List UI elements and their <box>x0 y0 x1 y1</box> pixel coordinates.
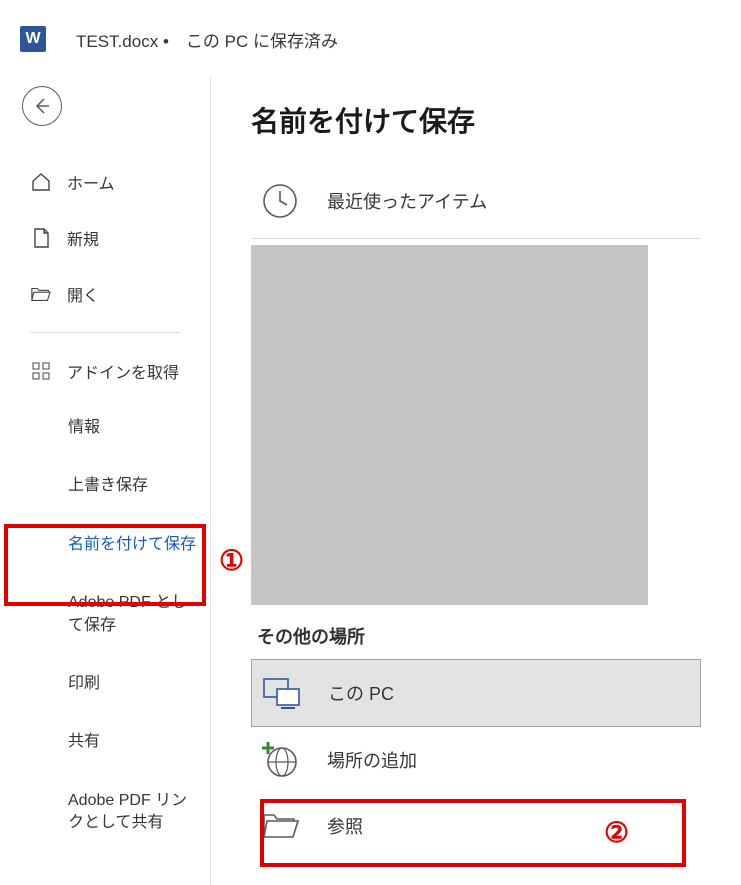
recent-items[interactable]: 最近使ったアイテム <box>251 168 701 234</box>
home-icon <box>30 171 52 193</box>
nav-addins[interactable]: アドインを取得 <box>0 343 210 399</box>
nav-print[interactable]: 印刷 <box>0 655 210 713</box>
nav-divider <box>30 332 180 333</box>
clock-icon <box>259 180 301 222</box>
word-logo-icon: W <box>20 26 46 52</box>
browse-label: 参照 <box>327 813 363 839</box>
folder-open-icon <box>30 283 52 305</box>
nav-new-label: 新規 <box>67 226 99 250</box>
nav-save[interactable]: 上書き保存 <box>0 457 210 515</box>
filename: TEST.docx <box>76 32 158 51</box>
addins-grid-icon <box>30 360 52 382</box>
save-status: • この PC に保存済み <box>163 32 338 51</box>
back-button[interactable] <box>22 86 62 126</box>
add-place-label: 場所の追加 <box>327 747 417 773</box>
recent-divider <box>251 238 701 239</box>
browse-folder-icon <box>259 805 301 847</box>
nav-print-label: 印刷 <box>68 675 100 692</box>
nav-adobe-pdf-link[interactable]: Adobe PDF リンクとして共有 <box>0 772 210 853</box>
location-browse[interactable]: 参照 <box>251 793 701 859</box>
nav-open[interactable]: 開く <box>0 266 210 322</box>
nav-share-label: 共有 <box>68 733 100 750</box>
nav-info[interactable]: 情報 <box>0 399 210 457</box>
nav-save-as-label: 名前を付けて保存 <box>68 536 196 553</box>
nav-save-label: 上書き保存 <box>68 477 148 494</box>
location-this-pc[interactable]: この PC <box>251 659 701 727</box>
document-title: TEST.docx • この PC に保存済み <box>76 27 338 52</box>
this-pc-icon <box>260 672 302 714</box>
recent-items-label: 最近使ったアイテム <box>327 188 487 214</box>
nav-home-label: ホーム <box>67 170 115 194</box>
titlebar: W TEST.docx • この PC に保存済み <box>0 0 741 78</box>
nav-adobe-pdf-save-label: Adobe PDF として保存 <box>68 594 187 633</box>
recent-preview-panel <box>251 245 648 605</box>
save-as-panel: 名前を付けて保存 最近使ったアイテム その他の場所 この PC 場所の追加 <box>210 78 741 885</box>
arrow-left-icon <box>32 96 52 116</box>
nav-addins-label: アドインを取得 <box>67 359 179 383</box>
page-title: 名前を付けて保存 <box>251 100 701 140</box>
location-add-place[interactable]: 場所の追加 <box>251 727 701 793</box>
other-locations-header: その他の場所 <box>257 623 701 649</box>
page-icon <box>30 227 52 249</box>
nav-adobe-pdf-save[interactable]: Adobe PDF として保存 <box>0 574 210 655</box>
nav-home[interactable]: ホーム <box>0 154 210 210</box>
nav-info-label: 情報 <box>68 419 100 436</box>
nav-new[interactable]: 新規 <box>0 210 210 266</box>
nav-open-label: 開く <box>67 282 99 306</box>
main-area: ホーム 新規 開く アドインを取得 情報 上書き保存 <box>0 78 741 885</box>
nav-adobe-pdf-link-label: Adobe PDF リンクとして共有 <box>68 792 187 831</box>
nav-save-as[interactable]: 名前を付けて保存 <box>0 516 210 574</box>
this-pc-label: この PC <box>328 680 394 706</box>
add-place-globe-icon <box>259 739 301 781</box>
nav-share[interactable]: 共有 <box>0 713 210 771</box>
backstage-sidebar: ホーム 新規 開く アドインを取得 情報 上書き保存 <box>0 78 210 885</box>
